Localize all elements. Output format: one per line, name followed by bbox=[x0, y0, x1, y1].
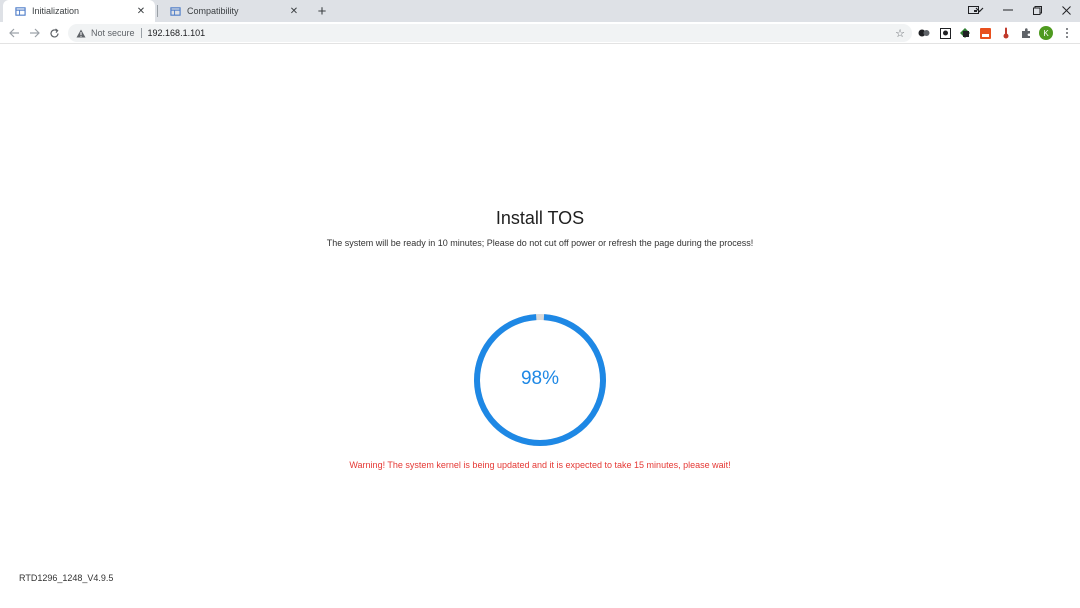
window-close-icon[interactable] bbox=[1051, 0, 1080, 20]
install-notice: The system will be ready in 10 minutes; … bbox=[326, 238, 754, 248]
thermometer-ext-icon[interactable] bbox=[1000, 27, 1012, 39]
red-ext-icon[interactable] bbox=[979, 27, 991, 39]
address-bar[interactable]: Not secure 192.168.1.101 ☆ bbox=[68, 24, 912, 42]
window-icon bbox=[170, 6, 181, 16]
security-label[interactable]: Not secure bbox=[91, 28, 135, 38]
url-text[interactable]: 192.168.1.101 bbox=[148, 28, 206, 38]
address-divider bbox=[140, 28, 142, 38]
chevron-down-icon[interactable] bbox=[964, 0, 994, 20]
star-icon[interactable]: ☆ bbox=[894, 27, 906, 40]
close-icon[interactable]: ✕ bbox=[135, 5, 147, 17]
page-title: Install TOS bbox=[495, 208, 585, 228]
more-menu-icon[interactable] bbox=[1062, 26, 1072, 40]
warning-message: Warning! The system kernel is being upda… bbox=[349, 460, 731, 470]
browser-toolbar: Not secure 192.168.1.101 ☆ K bbox=[0, 22, 1080, 44]
tab-strip: Initialization ✕ Compatibility ✕ + bbox=[0, 0, 1080, 22]
puzzle-icon[interactable] bbox=[1020, 27, 1032, 39]
forward-button[interactable] bbox=[26, 25, 42, 41]
toggle-ext-icon[interactable] bbox=[918, 27, 930, 39]
arrow-right-icon bbox=[29, 28, 40, 38]
reload-icon bbox=[49, 28, 59, 38]
restore-icon[interactable] bbox=[1022, 0, 1052, 20]
arrow-left-icon bbox=[8, 28, 19, 38]
avatar[interactable]: K bbox=[1039, 26, 1053, 40]
close-icon[interactable]: ✕ bbox=[288, 5, 300, 17]
scanner-ext-icon[interactable] bbox=[959, 27, 971, 39]
photo-ext-icon[interactable] bbox=[939, 27, 951, 39]
warning-triangle-icon[interactable] bbox=[76, 28, 86, 38]
minimize-icon[interactable] bbox=[993, 0, 1023, 20]
tab-compatibility[interactable]: Compatibility ✕ bbox=[158, 0, 308, 22]
reload-button[interactable] bbox=[46, 25, 62, 41]
progress-percent: 98% bbox=[520, 368, 560, 389]
firmware-version: RTD1296_1248_V4.9.5 bbox=[19, 573, 114, 583]
window-icon bbox=[15, 6, 26, 16]
new-tab-button[interactable]: + bbox=[314, 3, 330, 20]
tab-initialization[interactable]: Initialization ✕ bbox=[3, 0, 155, 22]
tab-title: Compatibility bbox=[187, 6, 239, 16]
back-button[interactable] bbox=[6, 25, 22, 41]
tab-title: Initialization bbox=[32, 6, 80, 16]
